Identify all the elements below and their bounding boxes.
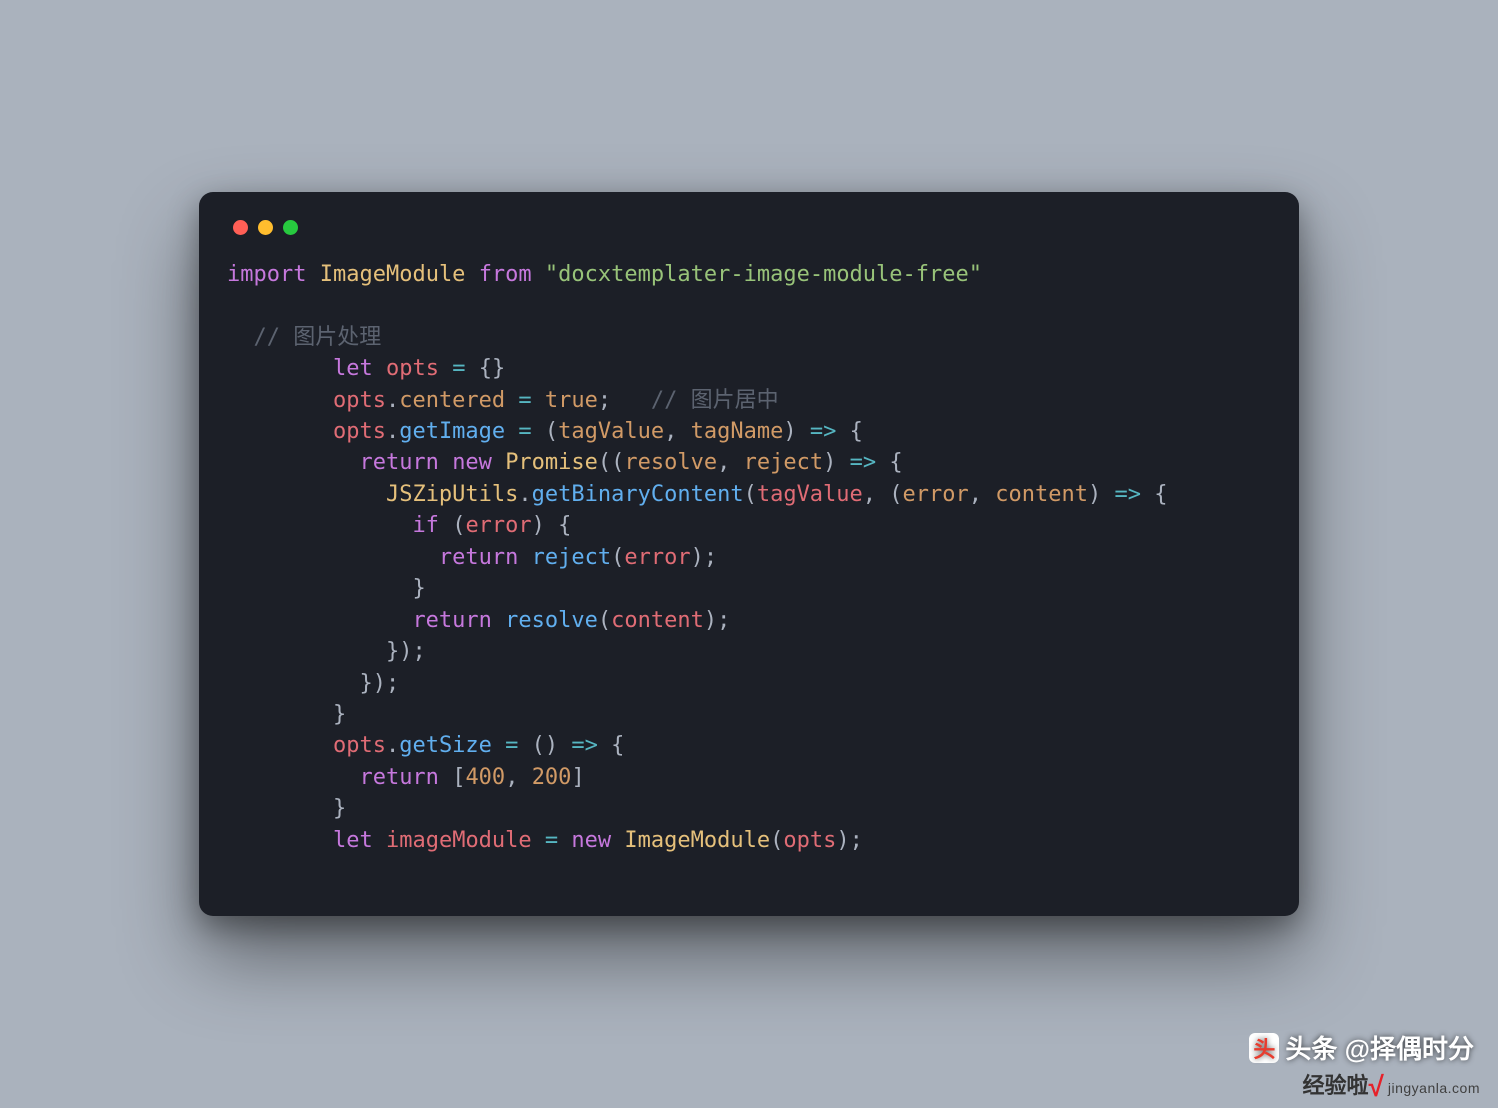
var-opts: opts bbox=[386, 356, 439, 381]
cls-promise: Promise bbox=[505, 450, 598, 475]
fn-resolve: resolve bbox=[505, 608, 598, 633]
kw-import: import bbox=[227, 262, 306, 287]
string-literal: "docxtemplater-image-module-free" bbox=[545, 262, 982, 287]
kw-from: from bbox=[479, 262, 532, 287]
fn-reject: reject bbox=[532, 545, 611, 570]
param-tagvalue: tagValue bbox=[558, 419, 664, 444]
var-content: content bbox=[611, 608, 704, 633]
watermark-toutiao-text: 头条 @择偶时分 bbox=[1285, 1029, 1474, 1066]
traffic-lights bbox=[227, 216, 1271, 259]
var-error: error bbox=[465, 513, 531, 538]
check-icon: √ bbox=[1369, 1071, 1384, 1102]
param-reject: reject bbox=[744, 450, 823, 475]
fn-getbinarycontent: getBinaryContent bbox=[532, 482, 744, 507]
prop-getsize: getSize bbox=[399, 733, 492, 758]
comment: // 图片居中 bbox=[651, 388, 779, 413]
code-window: import ImageModule from "docxtemplater-i… bbox=[199, 192, 1299, 917]
bool-true: true bbox=[545, 388, 598, 413]
maximize-icon[interactable] bbox=[283, 220, 298, 235]
arg-tagvalue: tagValue bbox=[757, 482, 863, 507]
param-tagname: tagName bbox=[691, 419, 784, 444]
code-block: import ImageModule from "docxtemplater-i… bbox=[227, 259, 1271, 857]
param-content: content bbox=[995, 482, 1088, 507]
kw-new: new bbox=[452, 450, 492, 475]
cls-jsziputils: JSZipUtils bbox=[386, 482, 518, 507]
close-icon[interactable] bbox=[233, 220, 248, 235]
kw-return: return bbox=[359, 450, 438, 475]
arrow-op: => bbox=[810, 419, 837, 444]
prop-getimage: getImage bbox=[399, 419, 505, 444]
minimize-icon[interactable] bbox=[258, 220, 273, 235]
param-resolve: resolve bbox=[624, 450, 717, 475]
toutiao-logo-icon: 头 bbox=[1249, 1033, 1279, 1063]
comment: // 图片处理 bbox=[254, 325, 382, 350]
jingyanla-url: jingyanla.com bbox=[1388, 1080, 1480, 1096]
param-error: error bbox=[903, 482, 969, 507]
num-400: 400 bbox=[465, 765, 505, 790]
watermark-toutiao: 头 头条 @择偶时分 bbox=[1249, 1029, 1474, 1066]
prop-centered: centered bbox=[399, 388, 505, 413]
watermark-jingyanla: 经验啦√ jingyanla.com bbox=[1303, 1068, 1481, 1100]
num-200: 200 bbox=[532, 765, 572, 790]
cls-imagemodule: ImageModule bbox=[320, 262, 466, 287]
kw-if: if bbox=[412, 513, 439, 538]
var-imagemodule: imageModule bbox=[386, 828, 532, 853]
kw-let: let bbox=[333, 356, 373, 381]
jingyanla-logo: 经验啦√ bbox=[1303, 1068, 1384, 1100]
